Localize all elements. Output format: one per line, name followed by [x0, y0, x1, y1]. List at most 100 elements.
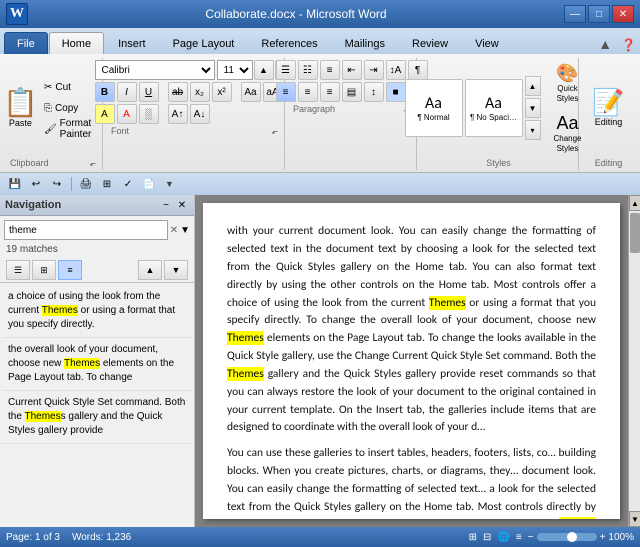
doc-highlight-3: Themes: [227, 367, 264, 381]
search-clear-button[interactable]: ✕: [170, 225, 178, 236]
zoom-thumb[interactable]: [567, 532, 577, 542]
title-bar-controls: — □ ✕: [564, 5, 634, 23]
style-no-spacing-label: ¶ No Spaci…: [470, 113, 517, 122]
nav-view-headings-button[interactable]: ☰: [6, 260, 30, 280]
nav-view-results-button[interactable]: ≡: [58, 260, 82, 280]
font-dialog-button[interactable]: ⬐: [271, 127, 278, 136]
nav-close-button[interactable]: ✕: [175, 198, 189, 212]
zoom-slider[interactable]: [537, 533, 597, 541]
save-button-qa[interactable]: 💾: [6, 175, 24, 193]
help-icon[interactable]: ❓: [617, 36, 640, 54]
align-center-button[interactable]: ≡: [298, 82, 318, 102]
text-highlight-button[interactable]: A: [95, 104, 115, 124]
view-normal-icon[interactable]: ⊞: [469, 532, 477, 543]
tab-insert[interactable]: Insert: [105, 32, 159, 54]
strikethrough-button[interactable]: ab: [168, 82, 188, 102]
tab-review[interactable]: Review: [399, 32, 461, 54]
underline-button[interactable]: U: [139, 82, 159, 102]
align-right-button[interactable]: ≡: [320, 82, 340, 102]
font-size-decrease-button[interactable]: ▲: [254, 60, 274, 80]
paragraph-group: ☰ ☷ ≡ ⇤ ⇥ ↕A ¶ ≡ ≡ ≡ ▤ ↕ ■ □ Paragraph ⬐: [287, 58, 417, 170]
nav-view-pages-button[interactable]: ⊞: [32, 260, 56, 280]
minimize-button[interactable]: —: [564, 5, 586, 23]
bullets-button[interactable]: ☰: [276, 60, 296, 80]
ribbon-minimize-icon[interactable]: ▲: [594, 34, 616, 54]
shrink-font-button[interactable]: A↓: [190, 104, 210, 124]
nav-minimize-button[interactable]: −: [159, 198, 173, 212]
tab-home[interactable]: Home: [49, 32, 104, 54]
spell-check-button-qa[interactable]: ✓: [119, 175, 137, 193]
style-no-spacing-item[interactable]: Aa ¶ No Spaci…: [465, 79, 523, 137]
multilevel-list-button[interactable]: ≡: [320, 60, 340, 80]
clipboard-dialog-button[interactable]: ⬐: [89, 159, 96, 168]
bold-button[interactable]: B: [95, 82, 115, 102]
text-color-button[interactable]: A: [117, 104, 137, 124]
nav-result-item[interactable]: the overall look of your document, choos…: [2, 338, 192, 391]
redo-button-qa[interactable]: ↪: [48, 175, 66, 193]
clear-format-button[interactable]: Aa: [241, 82, 261, 102]
ribbon: 📋 Paste ✂ Cut ⎘ Copy 🖌 Format Painter Cl…: [0, 54, 640, 173]
style-normal-item[interactable]: Aa ¶ Normal: [405, 79, 463, 137]
quick-print-button[interactable]: 🖨: [77, 175, 95, 193]
tab-view[interactable]: View: [462, 32, 512, 54]
status-bar: Page: 1 of 3 Words: 1,236 ⊞ ⊟ 🌐 ≡ − + 10…: [0, 527, 640, 547]
view-outline-icon[interactable]: ≡: [516, 532, 522, 543]
numbering-button[interactable]: ☷: [298, 60, 318, 80]
view-fullscreen-icon[interactable]: ⊟: [483, 532, 491, 543]
font-area: Calibri 11 ▲ ▼ B I U ab x₂ x² A: [95, 60, 295, 124]
tab-file[interactable]: File: [4, 32, 48, 54]
zoom-min-button[interactable]: −: [528, 532, 534, 543]
decrease-indent-button[interactable]: ⇤: [342, 60, 362, 80]
line-spacing-button[interactable]: ↕: [364, 82, 384, 102]
styles-up-button[interactable]: ▲: [525, 76, 541, 96]
quick-print2-button[interactable]: ⊞: [98, 175, 116, 193]
justify-button[interactable]: ▤: [342, 82, 362, 102]
styles-down-button[interactable]: ▼: [525, 98, 541, 118]
nav-result-item[interactable]: a choice of using the look from the curr…: [2, 285, 192, 338]
qa-dropdown-arrow[interactable]: ▼: [165, 179, 174, 189]
nav-next-button[interactable]: ▼: [164, 260, 188, 280]
nav-result-item[interactable]: Current Quick Style Set command. Both th…: [2, 391, 192, 444]
view-web-icon[interactable]: 🌐: [497, 532, 509, 543]
tab-references[interactable]: References: [248, 32, 330, 54]
tab-mailings[interactable]: Mailings: [332, 32, 398, 54]
shading-para-button[interactable]: ■: [386, 82, 406, 102]
maximize-button[interactable]: □: [588, 5, 610, 23]
style-normal-preview: Aa: [425, 94, 442, 113]
align-left-button[interactable]: ≡: [276, 82, 296, 102]
increase-indent-button[interactable]: ⇥: [364, 60, 384, 80]
change-styles-label: ChangeStyles: [553, 134, 581, 153]
doc-highlight-2: Themes: [227, 331, 264, 345]
close-button[interactable]: ✕: [612, 5, 634, 23]
italic-button[interactable]: I: [117, 82, 137, 102]
shading-button[interactable]: ░: [139, 104, 159, 124]
tab-page-layout[interactable]: Page Layout: [160, 32, 248, 54]
font-size-select[interactable]: 11: [217, 60, 253, 80]
page-info: Page: 1 of 3: [6, 532, 60, 543]
search-options-button[interactable]: ▼: [180, 225, 190, 236]
navigation-search-input[interactable]: [4, 220, 168, 240]
editing-button[interactable]: 📝 Editing: [586, 86, 630, 130]
styles-scroll-buttons: ▲ ▼ ▾: [525, 76, 541, 140]
editing-group: 📝 Editing Editing: [581, 58, 636, 170]
undo-button-qa[interactable]: ↩: [27, 175, 45, 193]
scrollbar-up-button[interactable]: ▲: [629, 195, 640, 211]
highlight-themes-2: Themes: [64, 358, 100, 369]
paste-button[interactable]: 📋 Paste: [2, 86, 39, 131]
font-family-select[interactable]: Calibri: [95, 60, 215, 80]
styles-more-button[interactable]: ▾: [525, 120, 541, 140]
scrollbar-down-button[interactable]: ▼: [629, 511, 640, 527]
sort-button[interactable]: ↕A: [386, 60, 406, 80]
subscript-button[interactable]: x₂: [190, 82, 210, 102]
font-group: Calibri 11 ▲ ▼ B I U ab x₂ x² A: [105, 58, 285, 170]
track-changes-button[interactable]: 📄: [140, 175, 158, 193]
zoom-max-button[interactable]: +: [600, 532, 606, 543]
grow-font-button[interactable]: A↑: [168, 104, 188, 124]
superscript-button[interactable]: x²: [212, 82, 232, 102]
scrollbar-track[interactable]: [629, 211, 640, 511]
main-area: Navigation − ✕ ✕ ▼ 19 matches ☰ ⊞ ≡ ▲ ▼: [0, 195, 640, 527]
document-scrollbar[interactable]: ▲ ▼: [628, 195, 640, 527]
document-page[interactable]: with your current document look. You can…: [203, 203, 620, 519]
scrollbar-thumb[interactable]: [630, 213, 640, 253]
nav-prev-button[interactable]: ▲: [138, 260, 162, 280]
